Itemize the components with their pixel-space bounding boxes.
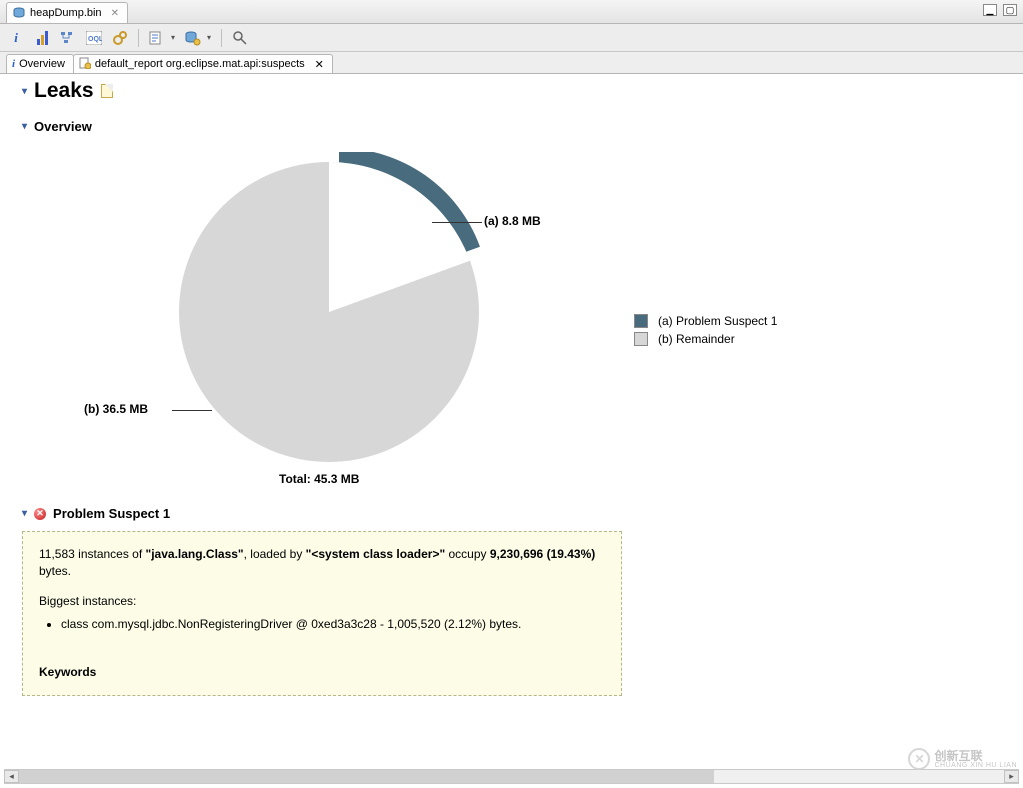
biggest-instances-list: class com.mysql.jdbc.NonRegisteringDrive… bbox=[61, 616, 605, 633]
minimize-button[interactable]: ▁ bbox=[983, 4, 997, 16]
legend-item: (b) Remainder bbox=[634, 332, 777, 346]
subtab-bar: i Overview default_report org.eclipse.ma… bbox=[0, 52, 1023, 74]
legend-swatch bbox=[634, 332, 648, 346]
chevron-down-icon[interactable]: ▾ bbox=[207, 33, 211, 42]
chevron-down-icon[interactable]: ▾ bbox=[171, 33, 175, 42]
app-window: heapDump.bin ✕ ▁ ▢ i OQL ▾ ▾ bbox=[0, 0, 1023, 788]
collapse-toggle[interactable]: ▾ bbox=[22, 508, 27, 519]
watermark-text: 创新互联 bbox=[934, 750, 1017, 762]
pie-legend: (a) Problem Suspect 1 (b) Remainder bbox=[634, 310, 777, 350]
dominator-tree-icon[interactable] bbox=[60, 30, 76, 46]
window-controls: ▁ ▢ bbox=[983, 4, 1017, 16]
close-icon[interactable]: ✕ bbox=[315, 58, 324, 71]
scroll-left-arrow[interactable]: ◂ bbox=[4, 770, 19, 783]
watermark-logo: ✕ bbox=[908, 748, 930, 770]
overview-heading: Overview bbox=[34, 119, 92, 134]
toolbar-separator bbox=[138, 29, 139, 47]
editor-tab-title: heapDump.bin bbox=[30, 7, 102, 19]
maximize-button[interactable]: ▢ bbox=[1003, 4, 1017, 16]
leader-line bbox=[432, 222, 482, 223]
page-icon bbox=[101, 84, 113, 98]
suspect-bytes: 9,230,696 (19.43%) bbox=[490, 547, 595, 561]
report-content: ▾ Leaks ▾ Overview bbox=[0, 74, 1023, 788]
query-browser-icon[interactable] bbox=[185, 30, 201, 46]
tab-default-report-label: default_report org.eclipse.mat.api:suspe… bbox=[95, 58, 305, 70]
tab-default-report[interactable]: default_report org.eclipse.mat.api:suspe… bbox=[73, 54, 333, 73]
info-icon[interactable]: i bbox=[8, 30, 24, 46]
page-title: Leaks bbox=[34, 79, 94, 103]
tab-overview[interactable]: i Overview bbox=[6, 54, 74, 73]
suspect-text: bytes. bbox=[39, 564, 71, 578]
svg-text:OQL: OQL bbox=[88, 36, 102, 43]
pie-chart: (a) 8.8 MB (b) 36.5 MB Total: 45.3 MB (a… bbox=[44, 142, 994, 492]
problem-suspect-box: 11,583 instances of "java.lang.Class", l… bbox=[22, 531, 622, 696]
suspect-text: 11,583 instances of bbox=[39, 547, 146, 561]
suspect-summary: 11,583 instances of "java.lang.Class", l… bbox=[39, 546, 605, 581]
toolbar: i OQL ▾ ▾ bbox=[0, 24, 1023, 52]
legend-item: (a) Problem Suspect 1 bbox=[634, 314, 777, 328]
slice-b-label: (b) 36.5 MB bbox=[84, 402, 148, 416]
scroll-thumb[interactable] bbox=[5, 770, 714, 783]
list-item: class com.mysql.jdbc.NonRegisteringDrive… bbox=[61, 616, 605, 633]
page-title-row: ▾ Leaks bbox=[22, 79, 1019, 103]
scroll-right-arrow[interactable]: ▸ bbox=[1004, 770, 1019, 783]
leader-line bbox=[172, 410, 212, 411]
oql-icon[interactable]: OQL bbox=[86, 30, 102, 46]
suspect-loader: "<system class loader>" bbox=[306, 547, 445, 561]
watermark-subtext: CHUANG XIN HU LIAN bbox=[934, 762, 1017, 769]
editor-tab-bar: heapDump.bin ✕ ▁ ▢ bbox=[0, 0, 1023, 24]
editor-tab-heapdump[interactable]: heapDump.bin ✕ bbox=[6, 2, 128, 23]
info-icon: i bbox=[12, 58, 15, 70]
suspect-text: , loaded by bbox=[244, 547, 306, 561]
watermark: ✕ 创新互联 CHUANG XIN HU LIAN bbox=[908, 748, 1017, 770]
report-icon[interactable] bbox=[149, 30, 165, 46]
legend-swatch bbox=[634, 314, 648, 328]
toolbar-separator bbox=[221, 29, 222, 47]
pie-total-label: Total: 45.3 MB bbox=[279, 472, 359, 486]
error-icon: ✕ bbox=[34, 508, 46, 520]
biggest-instances-heading: Biggest instances: bbox=[39, 593, 605, 610]
database-icon bbox=[13, 7, 25, 19]
gear-icon[interactable] bbox=[112, 30, 128, 46]
collapse-toggle[interactable]: ▾ bbox=[22, 86, 27, 97]
legend-label: (a) Problem Suspect 1 bbox=[658, 314, 777, 328]
keywords-heading: Keywords bbox=[39, 664, 605, 681]
close-icon[interactable]: ✕ bbox=[111, 8, 119, 19]
histogram-icon[interactable] bbox=[34, 30, 50, 46]
problem-suspect-heading-row: ▾ ✕ Problem Suspect 1 bbox=[22, 506, 1019, 521]
overview-heading-row: ▾ Overview bbox=[22, 119, 1019, 134]
suspect-text: occupy bbox=[445, 547, 490, 561]
slice-a-label: (a) 8.8 MB bbox=[484, 214, 541, 228]
suspect-class: "java.lang.Class" bbox=[146, 547, 244, 561]
horizontal-scrollbar[interactable]: ◂ ▸ bbox=[4, 769, 1019, 784]
pie-svg bbox=[174, 152, 484, 472]
tab-overview-label: Overview bbox=[19, 58, 65, 70]
problem-suspect-heading: Problem Suspect 1 bbox=[53, 506, 170, 521]
collapse-toggle[interactable]: ▾ bbox=[22, 121, 27, 132]
search-icon[interactable] bbox=[232, 30, 248, 46]
report-icon bbox=[79, 57, 91, 72]
legend-label: (b) Remainder bbox=[658, 332, 735, 346]
